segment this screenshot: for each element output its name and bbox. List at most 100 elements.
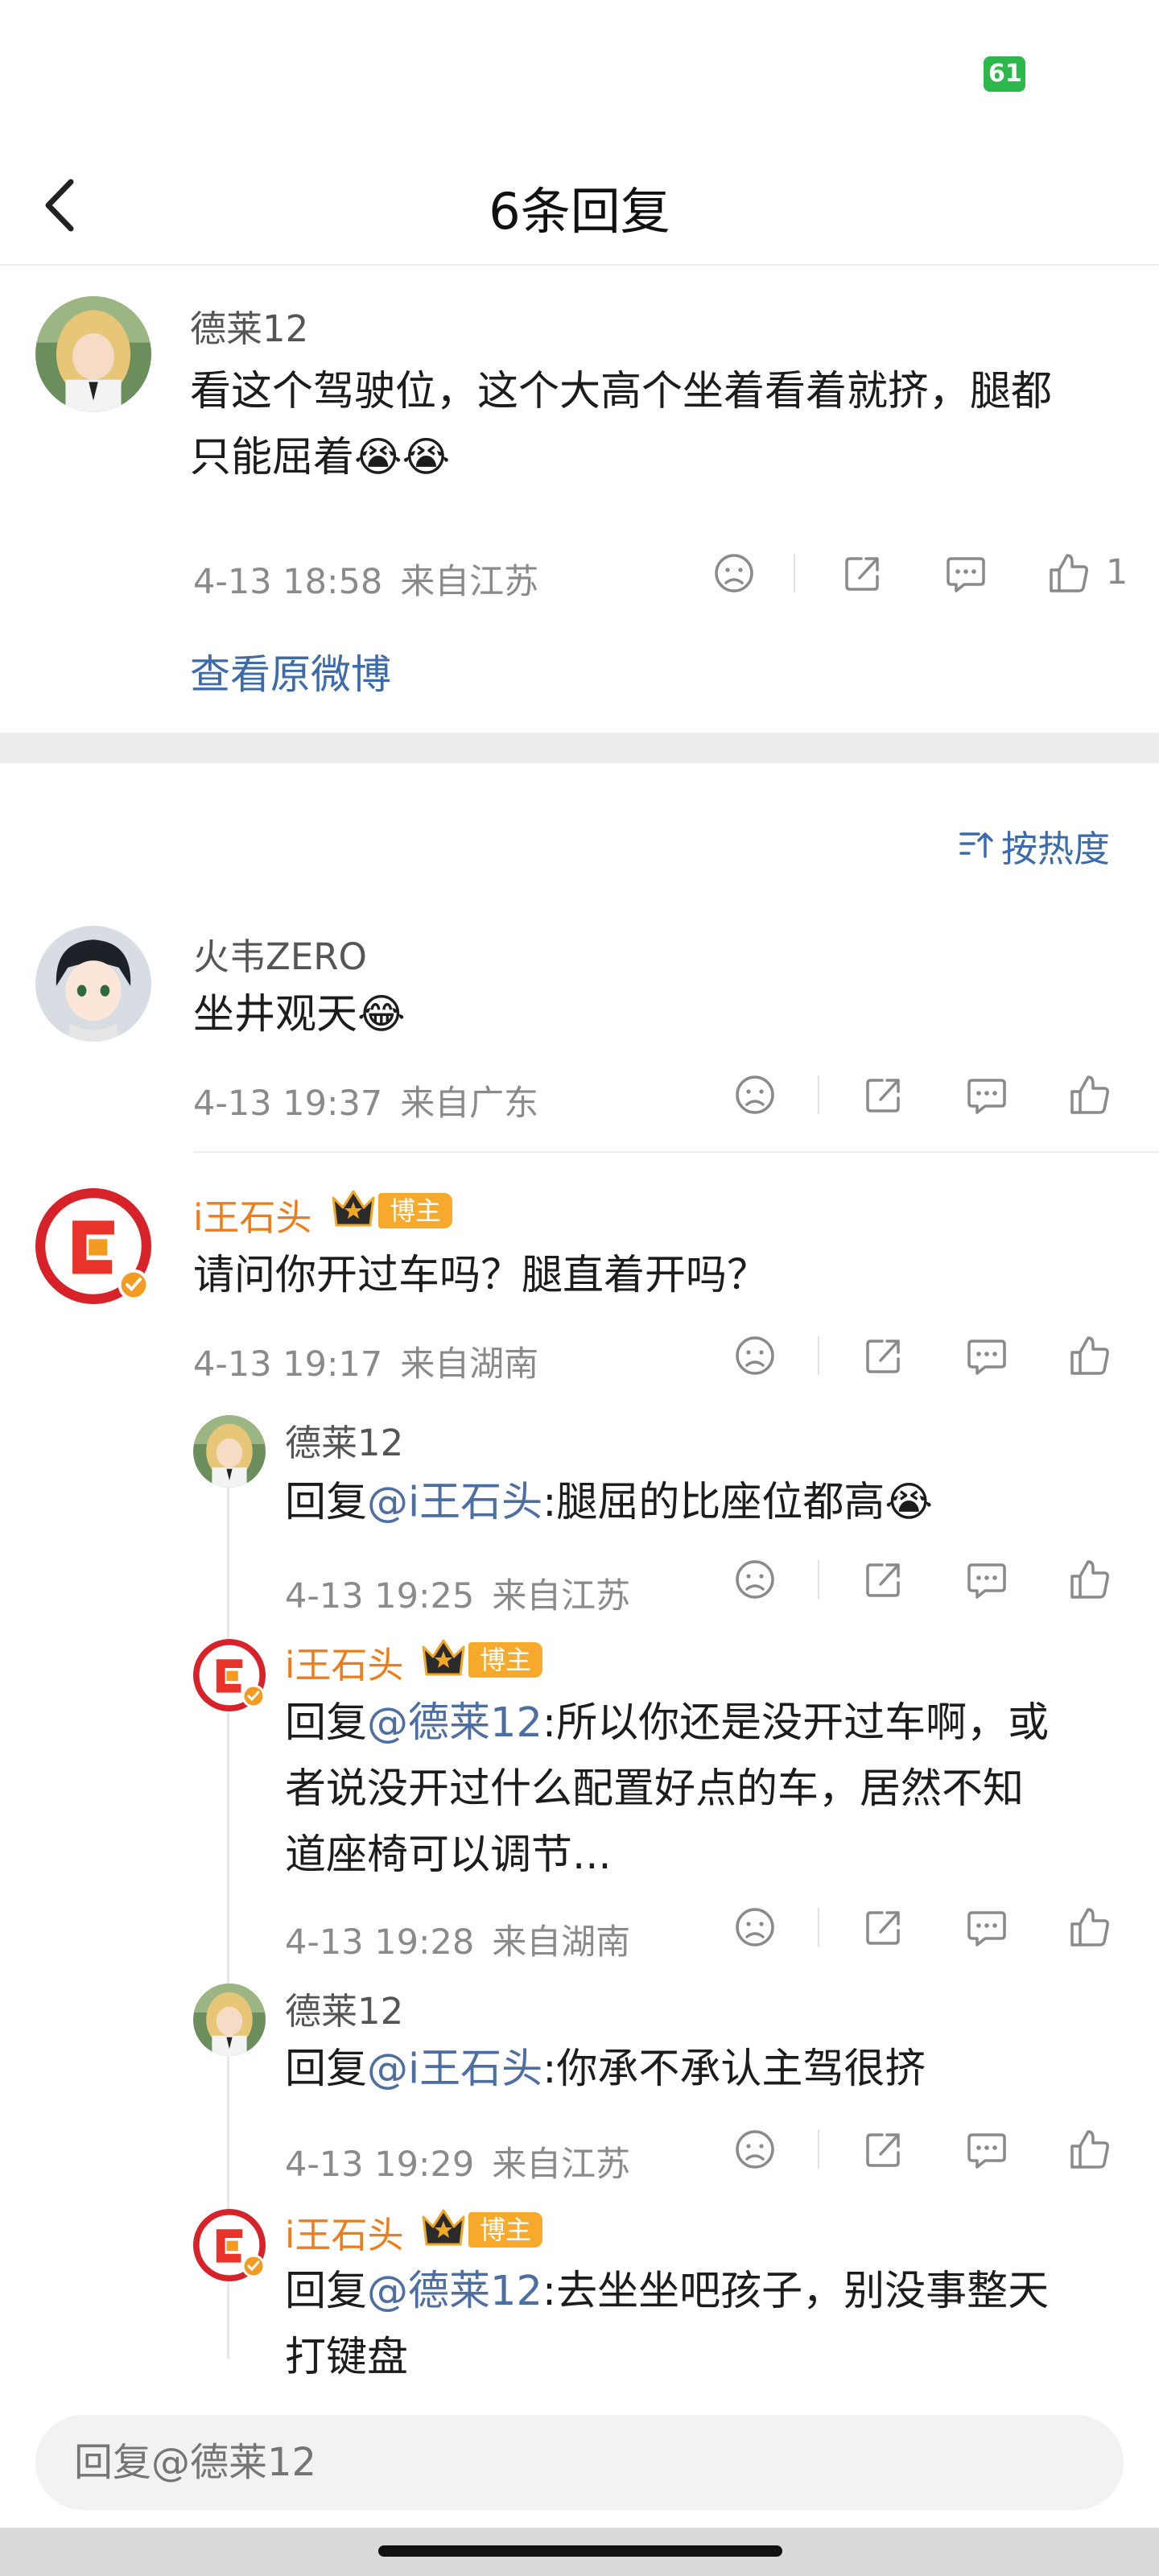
page-title: 6条回复 (489, 182, 670, 241)
timestamp: 4-13 19:28 (285, 1922, 475, 1963)
divider (794, 554, 795, 592)
reply-actions (724, 1901, 1111, 1958)
comment-button[interactable] (961, 1330, 1013, 1381)
dislike-icon (729, 1069, 781, 1121)
comment-button[interactable] (940, 547, 992, 599)
divider (818, 1336, 819, 1375)
like-icon (1064, 2124, 1116, 2175)
blogger-label: 博主 (378, 1193, 453, 1228)
avatar-image (35, 296, 151, 412)
comment-button[interactable] (961, 2124, 1013, 2175)
location: 来自广东 (400, 1084, 539, 1124)
share-icon (858, 1330, 909, 1381)
share-button[interactable] (858, 1901, 909, 1953)
comment-button[interactable] (961, 1901, 1013, 1953)
like-button[interactable] (1064, 1330, 1116, 1381)
like-button[interactable] (1064, 1901, 1116, 1953)
like-button[interactable] (1064, 1554, 1116, 1605)
comment-text: 坐井观天😂 (193, 991, 406, 1038)
avatar[interactable] (35, 296, 151, 412)
dislike-button[interactable] (729, 1069, 781, 1121)
dislike-icon (708, 547, 760, 599)
comment-text: 看这个驾驶位，这个大高个坐着看着就挤，腿都 只能屈着😭😭 (190, 368, 1053, 481)
divider (818, 2130, 819, 2169)
location: 来自江苏 (492, 2145, 631, 2185)
comment-icon (961, 1901, 1013, 1953)
blogger-label: 博主 (468, 2212, 543, 2248)
home-indicator[interactable] (378, 2545, 782, 2557)
like-button[interactable] (1043, 547, 1095, 599)
comment-actions (724, 1330, 1111, 1386)
comment-icon (961, 1554, 1013, 1605)
dislike-button[interactable] (708, 547, 760, 599)
dislike-button[interactable] (729, 1330, 781, 1381)
dislike-icon (729, 2124, 781, 2175)
timestamp: 4-13 19:17 (193, 1344, 383, 1385)
share-button[interactable] (858, 1554, 909, 1605)
verified-icon (118, 1269, 150, 1301)
like-icon (1064, 1330, 1116, 1381)
blogger-badge: 博主 (330, 1188, 459, 1230)
reply-input[interactable] (74, 2415, 1040, 2510)
crown-icon (420, 2207, 467, 2249)
username[interactable]: 德莱12 (190, 299, 308, 352)
reply-text: 回复@德莱12:所以你还是没开过车啊，或 者说没开过什么配置好点的车，居然不知 … (285, 1699, 1050, 1879)
location: 来自湖南 (400, 1344, 539, 1385)
avatar[interactable] (35, 926, 151, 1042)
divider (193, 1151, 1159, 1153)
sort-button[interactable]: 按热度 (958, 819, 1110, 872)
location: 来自江苏 (400, 562, 539, 602)
dislike-button[interactable] (729, 1554, 781, 1605)
share-button[interactable] (858, 1069, 909, 1121)
blogger-label: 博主 (468, 1642, 543, 1678)
battery-indicator: 61 (984, 56, 1025, 92)
crying-emoji: 😭 (885, 1479, 933, 1526)
share-icon (858, 1901, 909, 1953)
timestamp: 4-13 19:37 (193, 1084, 383, 1124)
like-icon (1043, 547, 1095, 599)
reply-actions (724, 2124, 1111, 2180)
blogger-badge: 博主 (420, 1637, 549, 1679)
share-button[interactable] (858, 2124, 909, 2175)
mention-link[interactable]: @德莱12 (367, 2268, 542, 2315)
dislike-button[interactable] (729, 2124, 781, 2175)
section-divider (0, 733, 1159, 763)
reply-text: 回复@i王石头:你承不承认主驾很挤 (285, 2046, 926, 2093)
mention-link[interactable]: @德莱12 (367, 1699, 542, 1747)
crying-emoji: 😭😭 (354, 434, 451, 481)
like-count: 1 (1106, 552, 1128, 592)
dislike-button[interactable] (729, 1901, 781, 1953)
share-icon (858, 1554, 909, 1605)
crown-icon (420, 1637, 467, 1679)
reply-meta: 4-13 19:29 来自江苏 (285, 2136, 630, 2186)
reply-actions (724, 1554, 1111, 1610)
username[interactable]: 德莱12 (285, 1414, 403, 1466)
share-icon (858, 1069, 909, 1121)
like-button[interactable] (1064, 2124, 1116, 2175)
dislike-icon (729, 1330, 781, 1381)
username[interactable]: 德莱12 (285, 1982, 403, 2034)
mention-link[interactable]: @i王石头 (367, 2046, 542, 2093)
comment-icon (961, 1069, 1013, 1121)
mention-link[interactable]: @i王石头 (367, 1479, 542, 1526)
username[interactable]: i王石头 (193, 1188, 312, 1241)
sort-icon (958, 828, 995, 870)
blogger-badge: 博主 (420, 2207, 549, 2249)
like-icon (1064, 1901, 1116, 1953)
dislike-icon (729, 1901, 781, 1953)
avatar[interactable] (193, 1415, 266, 1488)
comment-icon (940, 547, 992, 599)
view-original-link[interactable]: 查看原微博 (190, 642, 391, 700)
username[interactable]: i王石头 (285, 1636, 404, 1688)
like-button[interactable] (1064, 1069, 1116, 1121)
share-button[interactable] (858, 1330, 909, 1381)
username[interactable]: 火韦ZERO (193, 927, 367, 980)
username[interactable]: i王石头 (285, 2206, 404, 2258)
reply-meta: 4-13 19:25 来自江苏 (285, 1568, 630, 1618)
avatar-image (193, 1415, 266, 1488)
comment-button[interactable] (961, 1554, 1013, 1605)
comment-button[interactable] (961, 1069, 1013, 1121)
comment-icon (961, 1330, 1013, 1381)
avatar[interactable] (193, 1984, 266, 2056)
share-button[interactable] (837, 547, 889, 599)
